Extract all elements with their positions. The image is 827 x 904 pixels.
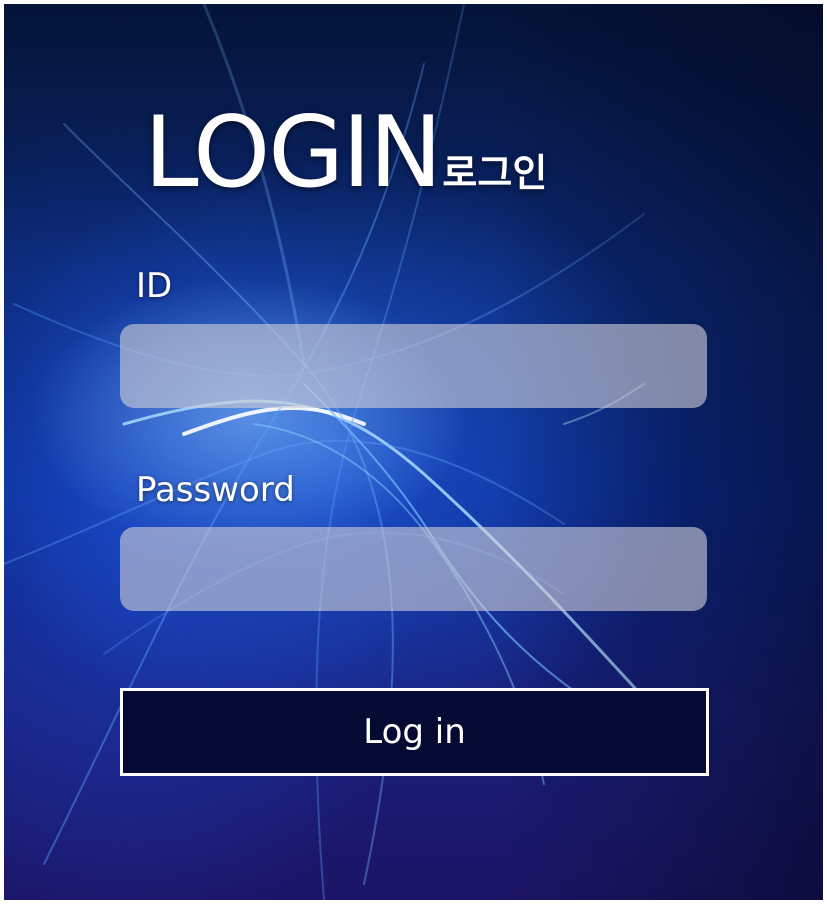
login-panel: LOGIN로그인 ID Password Log in bbox=[4, 4, 823, 900]
title-login: LOGIN bbox=[144, 96, 442, 210]
login-button[interactable]: Log in bbox=[120, 688, 709, 776]
id-input[interactable] bbox=[120, 324, 707, 408]
password-label: Password bbox=[136, 470, 295, 510]
id-label: ID bbox=[136, 266, 173, 306]
title-login-korean: 로그인 bbox=[442, 151, 548, 195]
page-title: LOGIN로그인 bbox=[144, 104, 547, 202]
password-input[interactable] bbox=[120, 527, 707, 611]
